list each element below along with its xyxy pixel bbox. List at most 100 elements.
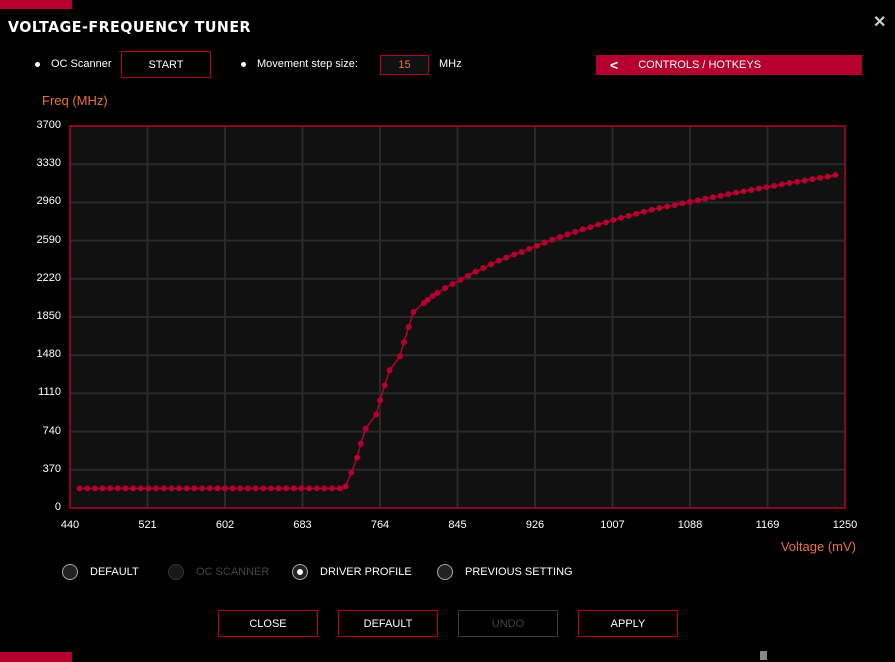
vf-curve-point[interactable] — [587, 224, 594, 231]
vf-curve-point[interactable] — [244, 485, 251, 492]
vf-curve-point[interactable] — [336, 485, 343, 492]
vf-curve-point[interactable] — [386, 367, 393, 374]
profile-radio-oc-scanner[interactable]: OC SCANNER — [168, 564, 269, 580]
vf-curve-point[interactable] — [237, 485, 244, 492]
vf-curve-point[interactable] — [625, 212, 632, 219]
vf-curve-point[interactable] — [160, 485, 167, 492]
vf-curve-point[interactable] — [381, 382, 388, 389]
vf-curve-point[interactable] — [664, 203, 671, 210]
vf-curve-point[interactable] — [679, 200, 686, 207]
vf-curve-point[interactable] — [648, 206, 655, 213]
vf-curve-point[interactable] — [755, 185, 762, 192]
vf-curve-point[interactable] — [656, 205, 663, 212]
vf-curve-point[interactable] — [832, 172, 839, 179]
vf-curve-point[interactable] — [572, 228, 579, 235]
vf-curve-point[interactable] — [709, 194, 716, 201]
vf-curve-point[interactable] — [199, 485, 206, 492]
vf-curve-point[interactable] — [424, 296, 431, 303]
vf-curve-point[interactable] — [222, 485, 228, 492]
vf-curve-point[interactable] — [410, 308, 417, 315]
vf-curve-point[interactable] — [503, 254, 510, 261]
vf-curve-point[interactable] — [168, 485, 175, 492]
vf-curve-point[interactable] — [732, 189, 739, 196]
vf-curve-point[interactable] — [824, 173, 831, 180]
vf-curve-point[interactable] — [183, 485, 190, 492]
vf-curve-point[interactable] — [671, 201, 678, 208]
vf-curve-point[interactable] — [397, 353, 404, 360]
vf-curve-point[interactable] — [130, 485, 137, 492]
vf-curve-point[interactable] — [480, 264, 487, 271]
vf-curve-point[interactable] — [556, 233, 563, 240]
vf-curve-point[interactable] — [153, 485, 160, 492]
vf-curve-point[interactable] — [748, 187, 755, 194]
vf-curve-point[interactable] — [214, 485, 221, 492]
vf-curve-point[interactable] — [434, 289, 441, 296]
vf-curve-point[interactable] — [641, 208, 648, 215]
vf-curve-point[interactable] — [76, 485, 83, 492]
apply-button[interactable]: APPLY — [578, 610, 678, 637]
vf-curve-point[interactable] — [229, 485, 236, 492]
vf-curve-point[interactable] — [541, 239, 548, 246]
vf-curve-point[interactable] — [400, 339, 407, 346]
vf-curve-point[interactable] — [487, 261, 494, 268]
vf-curve-point[interactable] — [472, 268, 479, 275]
profile-radio-default[interactable]: DEFAULT — [62, 564, 139, 580]
vf-curve-point[interactable] — [465, 272, 472, 279]
vf-curve-point[interactable] — [267, 485, 274, 492]
vf-curve-point[interactable] — [510, 251, 517, 258]
vf-curve-point[interactable] — [725, 191, 732, 198]
vf-curve-point[interactable] — [442, 285, 449, 292]
vf-curve-point[interactable] — [786, 179, 793, 186]
vf-curve-point[interactable] — [107, 485, 114, 492]
vf-curve-point[interactable] — [114, 485, 121, 492]
vf-curve-point[interactable] — [137, 485, 144, 492]
vf-curve-point[interactable] — [260, 485, 267, 492]
vf-curve-point[interactable] — [206, 485, 213, 492]
vf-curve-point[interactable] — [298, 485, 305, 492]
vf-curve-point[interactable] — [717, 192, 724, 199]
vf-curve-point[interactable] — [321, 485, 328, 492]
vf-curve-point[interactable] — [579, 226, 586, 233]
vf-curve-point[interactable] — [122, 485, 129, 492]
vf-curve-point[interactable] — [342, 483, 349, 490]
vf-curve-point[interactable] — [595, 221, 602, 228]
vf-curve-point[interactable] — [526, 245, 533, 252]
vf-curve-point[interactable] — [549, 236, 556, 243]
vf-curve-point[interactable] — [373, 411, 380, 418]
vf-curve-point[interactable] — [354, 454, 361, 461]
vf-curve-point[interactable] — [771, 182, 778, 189]
vf-curve-point[interactable] — [740, 188, 747, 195]
vf-curve-point[interactable] — [687, 198, 693, 205]
vf-curve-point[interactable] — [457, 276, 464, 283]
vf-curve-point[interactable] — [91, 485, 98, 492]
vf-curve-point[interactable] — [176, 485, 183, 492]
vf-curve-point[interactable] — [817, 174, 824, 181]
vf-curve-point[interactable] — [618, 214, 625, 221]
vf-curve-point[interactable] — [252, 485, 259, 492]
undo-button[interactable]: UNDO — [458, 610, 558, 637]
vf-curve-point[interactable] — [533, 242, 540, 249]
vf-curve-point[interactable] — [633, 210, 640, 217]
vf-curve-point[interactable] — [348, 469, 355, 476]
vf-curve-chart[interactable] — [0, 0, 895, 662]
vf-curve-point[interactable] — [495, 257, 502, 264]
profile-radio-driver-profile[interactable]: DRIVER PROFILE — [292, 564, 412, 580]
vf-curve-point[interactable] — [362, 425, 369, 432]
vf-curve-point[interactable] — [564, 231, 571, 238]
vf-curve-point[interactable] — [602, 219, 609, 226]
vf-curve-point[interactable] — [191, 485, 198, 492]
vf-curve-point[interactable] — [794, 178, 801, 185]
resize-handle[interactable] — [760, 651, 767, 660]
vf-curve-point[interactable] — [702, 195, 709, 202]
vf-curve-point[interactable] — [275, 485, 282, 492]
close-button[interactable]: CLOSE — [218, 610, 318, 637]
vf-curve-point[interactable] — [357, 440, 364, 447]
vf-curve-point[interactable] — [99, 485, 106, 492]
vf-curve-point[interactable] — [610, 216, 617, 223]
vf-curve-point[interactable] — [313, 485, 320, 492]
vf-curve-point[interactable] — [405, 324, 412, 331]
vf-curve-point[interactable] — [809, 176, 816, 183]
vf-curve-point[interactable] — [84, 485, 91, 492]
vf-curve-point[interactable] — [283, 485, 290, 492]
vf-curve-point[interactable] — [329, 485, 336, 492]
